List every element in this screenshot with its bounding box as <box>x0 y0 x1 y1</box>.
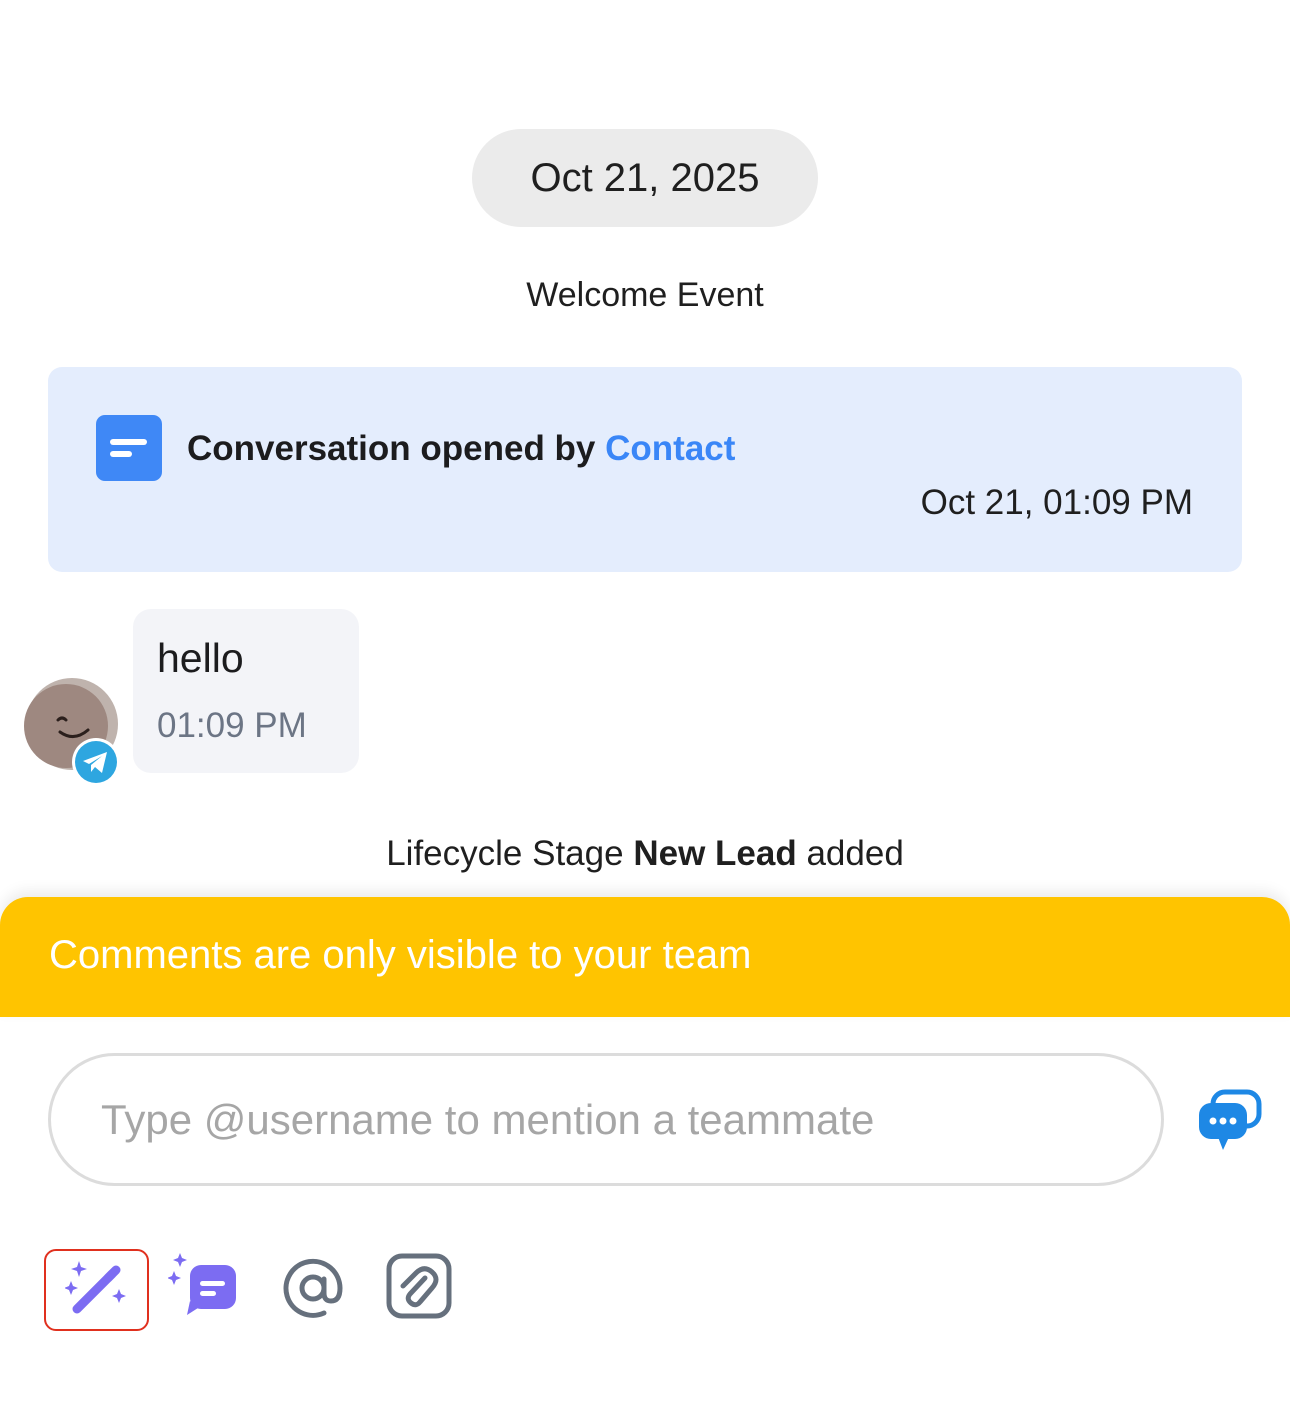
lifecycle-prefix: Lifecycle Stage <box>386 834 624 873</box>
ai-summary-icon <box>167 1253 236 1315</box>
team-visibility-text: Comments are only visible to your team <box>49 933 752 977</box>
date-divider-label: Oct 21, 2025 <box>530 155 760 200</box>
date-divider: Oct 21, 2025 <box>472 129 818 227</box>
lifecycle-stage: New Lead <box>633 834 797 873</box>
message-time: 01:09 PM <box>157 706 307 745</box>
ai-magic-wand-icon <box>65 1261 126 1314</box>
chat-bubbles-icon <box>1199 1089 1262 1150</box>
ai-magic-wand-button[interactable] <box>44 1249 149 1331</box>
telegram-icon <box>72 738 120 786</box>
lifecycle-event: Lifecycle Stage New Lead added <box>0 834 1290 874</box>
contact-avatar[interactable] <box>24 678 120 786</box>
conversation-event-timestamp: Oct 21, 01:09 PM <box>920 483 1193 522</box>
message-text: hello <box>157 635 244 681</box>
attachment-icon <box>386 1253 452 1319</box>
mention-button[interactable] <box>278 1253 348 1323</box>
lifecycle-suffix: added <box>806 834 904 873</box>
attachment-button[interactable] <box>384 1253 456 1325</box>
comment-input[interactable] <box>48 1053 1164 1186</box>
comment-composer: Comments are only visible to your team <box>0 897 1290 1409</box>
ai-summary-button[interactable] <box>167 1251 242 1323</box>
mention-at-icon <box>283 1258 343 1318</box>
conversation-event-title: Conversation opened by Contact <box>187 429 735 469</box>
conversation-opened-event: Conversation opened by Contact Oct 21, 0… <box>48 367 1242 572</box>
conversation-event-prefix: Conversation opened by <box>187 429 596 468</box>
conversation-icon <box>96 415 162 481</box>
welcome-event: Welcome Event <box>526 276 764 314</box>
contact-link[interactable]: Contact <box>605 429 735 468</box>
team-visibility-banner: Comments are only visible to your team <box>0 897 1290 1017</box>
message-bubble[interactable]: hello 01:09 PM <box>133 609 359 773</box>
send-comment-button[interactable] <box>1196 1089 1262 1153</box>
